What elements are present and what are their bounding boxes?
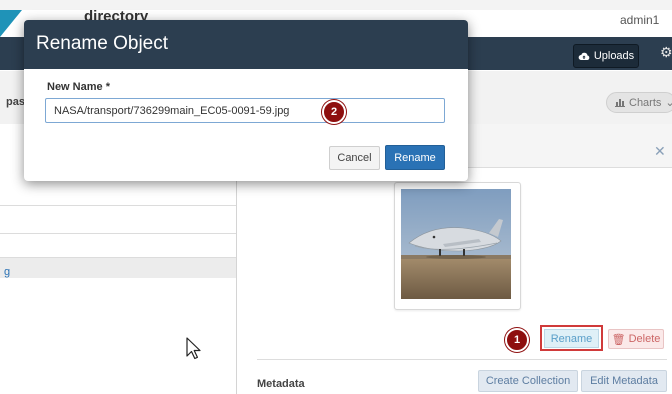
breadcrumb: pas bbox=[6, 96, 25, 108]
create-collection-button[interactable]: Create Collection bbox=[478, 370, 578, 392]
object-thumbnail-image bbox=[401, 189, 511, 299]
edit-metadata-button[interactable]: Edit Metadata bbox=[581, 370, 667, 392]
trash-icon: 🗑 bbox=[611, 333, 626, 346]
delete-label: Delete bbox=[628, 333, 661, 345]
uploads-button[interactable]: Uploads bbox=[573, 44, 639, 68]
divider bbox=[257, 359, 667, 360]
delete-object-button[interactable]: 🗑 Delete bbox=[608, 329, 664, 349]
bar-chart-icon bbox=[615, 99, 625, 107]
new-name-input[interactable] bbox=[45, 98, 445, 123]
rename-submit-button[interactable]: Rename bbox=[385, 145, 445, 170]
left-list-item-label: g bbox=[4, 266, 11, 278]
divider bbox=[0, 205, 236, 206]
gear-icon[interactable]: ⚙ bbox=[660, 44, 672, 61]
step-2-badge: 2 bbox=[322, 100, 346, 124]
dialog-title: Rename Object bbox=[36, 33, 169, 54]
charts-dropdown[interactable]: Charts ⌄ bbox=[606, 92, 672, 113]
divider bbox=[0, 233, 236, 234]
metadata-heading: Metadata bbox=[257, 378, 305, 390]
new-name-label: New Name * bbox=[47, 81, 110, 93]
mouse-cursor-icon bbox=[186, 337, 201, 360]
cloud-upload-icon bbox=[578, 52, 590, 60]
user-menu[interactable]: admin1 bbox=[620, 13, 659, 27]
uploads-label: Uploads bbox=[593, 50, 635, 62]
cancel-button[interactable]: Cancel bbox=[329, 146, 380, 170]
left-list-item-selected[interactable] bbox=[0, 258, 236, 278]
close-icon[interactable]: ✕ bbox=[654, 143, 666, 160]
rename-object-button[interactable]: Rename bbox=[544, 329, 599, 348]
rename-object-dialog: Rename Object New Name * 2 Cancel Rename bbox=[24, 20, 468, 181]
chevron-down-icon: ⌄ bbox=[665, 97, 672, 109]
brand-logo-accent bbox=[0, 10, 22, 37]
charts-label: Charts bbox=[629, 96, 662, 109]
step-1-badge: 1 bbox=[505, 328, 529, 352]
